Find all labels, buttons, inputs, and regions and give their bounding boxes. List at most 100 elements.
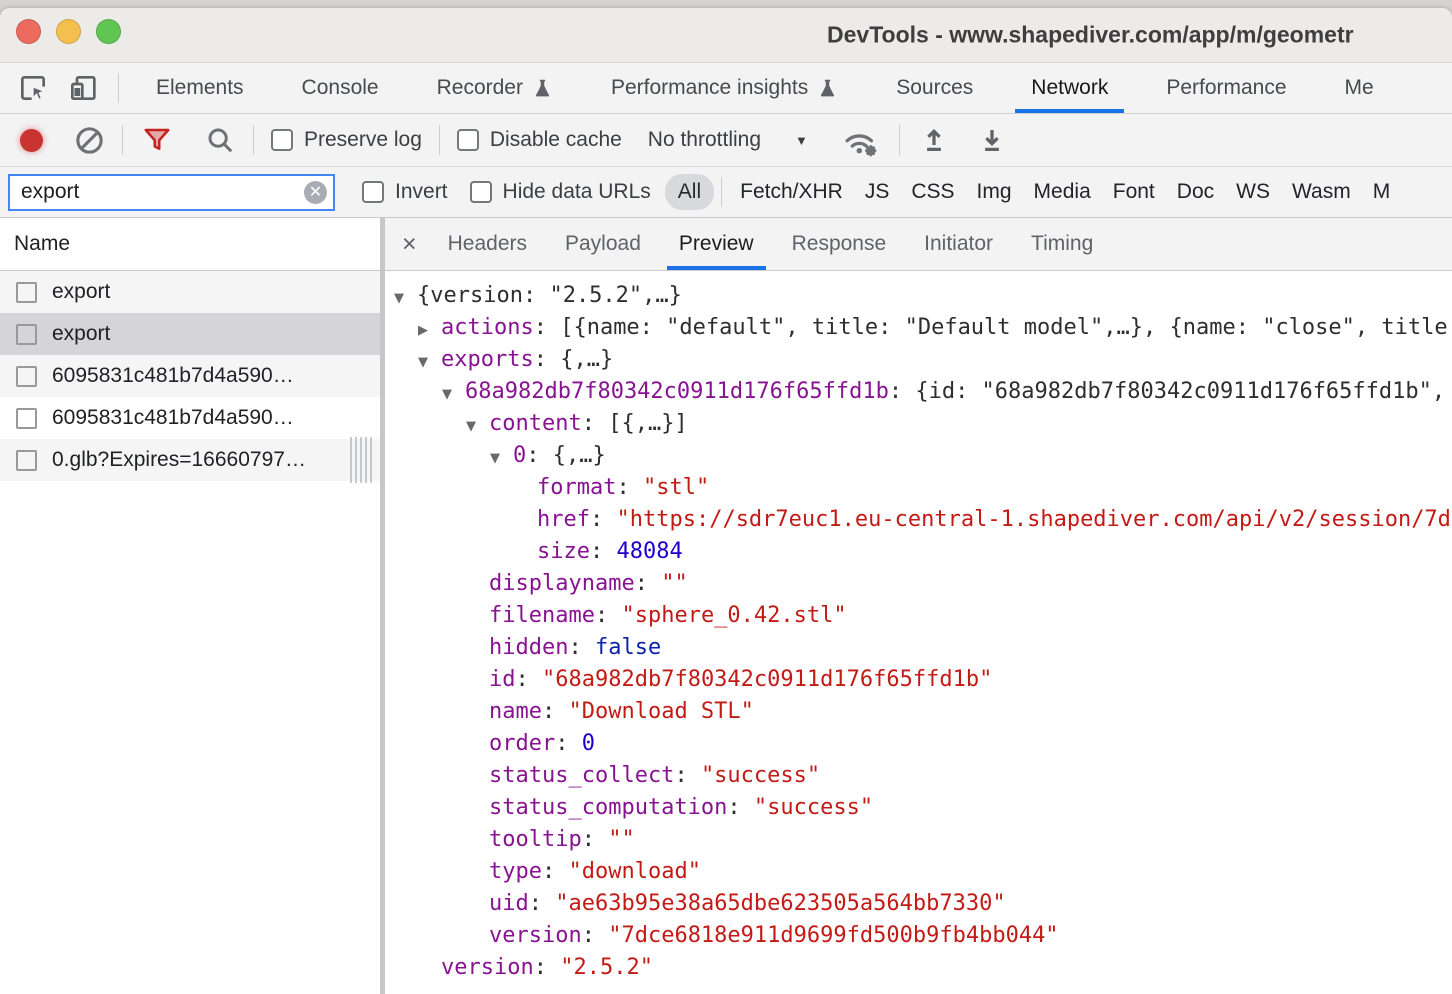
devtools-tab-bar: Elements Console Recorder Performance	[0, 63, 1452, 114]
clear-network-log-button[interactable]	[73, 121, 105, 159]
detail-tab-headers[interactable]: Headers	[429, 218, 546, 270]
close-detail-button[interactable]: ×	[402, 218, 417, 270]
filter-type-wasm[interactable]: Wasm	[1281, 174, 1362, 210]
json-plain: :	[635, 571, 662, 596]
filter-type-fetch-xhr[interactable]: Fetch/XHR	[729, 174, 854, 210]
zoom-window-button[interactable]	[96, 19, 121, 44]
json-row[interactable]: ▼exports: {,…}	[385, 344, 1452, 376]
request-row-0-glb-expires-16660797[interactable]: 0.glb?Expires=16660797…	[0, 439, 380, 481]
resource-type-label: M	[1373, 180, 1391, 203]
scrollbar-grip[interactable]	[350, 437, 375, 483]
json-plain: {version: "2.5.2",…}	[417, 283, 682, 308]
tab-label: Network	[1031, 76, 1108, 100]
tab-recorder[interactable]: Recorder	[408, 63, 582, 113]
hide-data-urls-checkbox[interactable]	[470, 181, 492, 203]
invert-toggle[interactable]: Invert	[362, 180, 448, 204]
throttling-value: No throttling	[648, 128, 761, 152]
json-key: content	[489, 411, 582, 436]
filter-type-all[interactable]: All	[665, 174, 714, 210]
preserve-log-toggle[interactable]: Preserve log	[271, 128, 422, 152]
filter-button[interactable]	[140, 121, 174, 159]
request-row-export[interactable]: export	[0, 313, 380, 355]
toggle-device-toolbar-button[interactable]	[62, 69, 104, 107]
request-checkbox[interactable]	[16, 450, 37, 471]
request-checkbox[interactable]	[16, 282, 37, 303]
export-har-button[interactable]	[975, 121, 1009, 159]
json-row[interactable]: ▼68a982db7f80342c0911d176f65ffd1b: {id: …	[385, 376, 1452, 408]
chevron-down-icon: ▼	[795, 133, 808, 148]
inspect-element-button[interactable]	[12, 69, 54, 107]
collapse-icon[interactable]: ▼	[418, 347, 441, 376]
request-checkbox[interactable]	[16, 324, 37, 345]
detail-tab-preview[interactable]: Preview	[660, 218, 773, 270]
json-str: "success"	[754, 795, 873, 820]
throttling-select[interactable]: No throttling ▼	[648, 128, 808, 152]
json-plain: : {id: "68a982db7f80342c0911d176f65ffd1b…	[889, 379, 1445, 404]
clear-filter-icon[interactable]: ✕	[304, 181, 327, 204]
json-plain: :	[542, 859, 569, 884]
json-row: status_computation: "success"	[385, 792, 1452, 824]
tab-elements[interactable]: Elements	[127, 63, 273, 113]
json-row[interactable]: ▼0: {,…}	[385, 440, 1452, 472]
json-row[interactable]: ▼content: [{,…}]	[385, 408, 1452, 440]
detail-tab-label: Preview	[679, 232, 754, 256]
collapse-icon[interactable]: ▼	[442, 379, 465, 408]
minimize-window-button[interactable]	[56, 19, 81, 44]
devtools-window: DevTools - www.shapediver.com/app/m/geom…	[0, 8, 1452, 994]
close-window-button[interactable]	[16, 19, 41, 44]
detail-tab-timing[interactable]: Timing	[1012, 218, 1112, 270]
device-toolbar-icon	[67, 72, 99, 104]
collapse-icon[interactable]: ▼	[490, 443, 513, 472]
name-column-header[interactable]: Name	[0, 218, 380, 271]
disable-cache-toggle[interactable]: Disable cache	[457, 128, 622, 152]
tab-sources[interactable]: Sources	[867, 63, 1002, 113]
tab-me[interactable]: Me	[1316, 63, 1403, 113]
json-key: version	[489, 923, 582, 948]
search-button[interactable]	[204, 121, 236, 159]
filter-type-ws[interactable]: WS	[1225, 174, 1281, 210]
request-row-export[interactable]: export	[0, 271, 380, 313]
disable-cache-checkbox[interactable]	[457, 129, 479, 151]
tab-performance-insights[interactable]: Performance insights	[582, 63, 867, 113]
filter-type-font[interactable]: Font	[1102, 174, 1166, 210]
json-key: name	[489, 699, 542, 724]
record-network-log-button[interactable]	[20, 129, 43, 152]
json-row[interactable]: ▼{version: "2.5.2",…}	[385, 280, 1452, 312]
network-conditions-button[interactable]	[838, 121, 882, 159]
hide-data-urls-toggle[interactable]: Hide data URLs	[470, 180, 651, 204]
request-name: export	[52, 280, 110, 304]
request-checkbox[interactable]	[16, 408, 37, 429]
invert-label: Invert	[395, 180, 448, 204]
collapse-icon[interactable]: ▼	[394, 283, 417, 312]
indent-spacer	[514, 475, 537, 504]
tab-console[interactable]: Console	[273, 63, 408, 113]
filter-type-m[interactable]: M	[1362, 174, 1402, 210]
filter-type-doc[interactable]: Doc	[1166, 174, 1225, 210]
detail-tab-response[interactable]: Response	[773, 218, 906, 270]
filter-input[interactable]	[21, 180, 304, 204]
filter-funnel-icon	[142, 125, 172, 155]
request-row-6095831c481b7d4a590[interactable]: 6095831c481b7d4a590…	[0, 397, 380, 439]
import-har-button[interactable]	[917, 121, 951, 159]
request-checkbox[interactable]	[16, 366, 37, 387]
request-row-6095831c481b7d4a590[interactable]: 6095831c481b7d4a590…	[0, 355, 380, 397]
json-row[interactable]: ▶actions: [{name: "default", title: "Def…	[385, 312, 1452, 344]
toolbar-separator	[253, 125, 254, 155]
tab-label: Sources	[896, 76, 973, 100]
json-key: status_collect	[489, 763, 674, 788]
expand-icon[interactable]: ▶	[418, 315, 441, 344]
detail-tab-initiator[interactable]: Initiator	[905, 218, 1012, 270]
filter-type-js[interactable]: JS	[854, 174, 901, 210]
json-key: exports	[441, 347, 534, 372]
tab-performance[interactable]: Performance	[1137, 63, 1315, 113]
filter-type-media[interactable]: Media	[1023, 174, 1102, 210]
tab-label: Performance insights	[611, 76, 808, 100]
filter-type-css[interactable]: CSS	[900, 174, 965, 210]
preview-tree: ▼{version: "2.5.2",…}▶actions: [{name: "…	[385, 271, 1452, 994]
tab-network[interactable]: Network	[1002, 63, 1137, 113]
preserve-log-checkbox[interactable]	[271, 129, 293, 151]
invert-checkbox[interactable]	[362, 181, 384, 203]
collapse-icon[interactable]: ▼	[466, 411, 489, 440]
filter-type-img[interactable]: Img	[966, 174, 1023, 210]
detail-tab-payload[interactable]: Payload	[546, 218, 660, 270]
